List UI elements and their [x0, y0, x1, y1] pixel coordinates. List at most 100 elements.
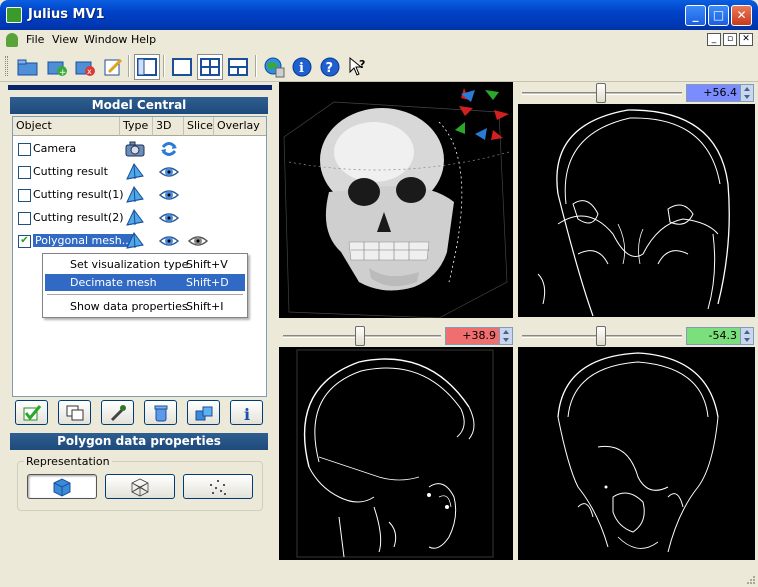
- context-menu: Set visualization type Shift+V Decimate …: [42, 253, 248, 318]
- app-menu-icon[interactable]: [6, 33, 18, 47]
- mesh-icon: [125, 209, 145, 227]
- table-row[interactable]: Cutting result: [13, 161, 266, 184]
- points-icon: [210, 479, 226, 495]
- table-row[interactable]: Cutting result(2): [13, 207, 266, 230]
- eye-icon[interactable]: [188, 232, 208, 250]
- axial-position-spinbox[interactable]: -54.3 mm: [686, 327, 754, 358]
- row-label: Cutting result(1): [33, 188, 124, 201]
- axial-slice-render: [557, 352, 719, 553]
- wireframe-mode-button[interactable]: [105, 474, 175, 499]
- four-view-icon[interactable]: [197, 54, 223, 80]
- color-picker-button[interactable]: [101, 400, 134, 425]
- globe-db-icon[interactable]: [261, 54, 287, 80]
- cube-icon: [53, 477, 71, 497]
- col-overlay[interactable]: Overlay: [214, 117, 266, 136]
- eye-icon[interactable]: [159, 163, 179, 181]
- eye-icon[interactable]: [159, 186, 179, 204]
- menu-help[interactable]: Help: [131, 33, 156, 46]
- window-title: Julius MV1: [28, 7, 105, 22]
- info-icon: i: [244, 405, 250, 422]
- row-label: Cutting result: [33, 165, 108, 178]
- surface-mode-button[interactable]: [27, 474, 97, 499]
- coronal-slider-handle[interactable]: [596, 83, 606, 103]
- table-row[interactable]: Cutting result(1): [13, 184, 266, 207]
- duplicate-button[interactable]: [58, 400, 91, 425]
- viewport-axial[interactable]: [518, 347, 755, 560]
- menu-item-decimate-mesh[interactable]: Decimate mesh Shift+D: [45, 274, 245, 291]
- row-checkbox-checked[interactable]: ✔: [18, 235, 31, 248]
- info-icon[interactable]: i: [289, 54, 315, 80]
- col-slice[interactable]: Slice: [184, 117, 214, 136]
- row-label: Cutting result(2): [33, 211, 124, 224]
- viewport-sagittal[interactable]: [279, 347, 513, 560]
- axial-slider-row: -54.3 mm: [518, 325, 755, 358]
- delete-button[interactable]: [144, 400, 177, 425]
- mesh-icon: [125, 186, 145, 204]
- toolbar-grip[interactable]: [5, 56, 8, 76]
- menu-separator: [47, 294, 243, 295]
- menu-window[interactable]: Window: [84, 33, 127, 46]
- dropper-icon: [110, 404, 126, 421]
- info-button[interactable]: i: [230, 400, 263, 425]
- svg-text:x: x: [87, 67, 92, 76]
- coronal-position-spinbox[interactable]: +56.4 mm: [686, 84, 754, 115]
- eye-icon[interactable]: [159, 232, 179, 250]
- row-checkbox[interactable]: [18, 143, 31, 156]
- col-object[interactable]: Object: [13, 117, 120, 136]
- col-3d[interactable]: 3D: [153, 117, 184, 136]
- svg-text:?: ?: [326, 61, 334, 76]
- rotate-icon[interactable]: [159, 140, 179, 158]
- trash-icon: [154, 405, 167, 421]
- maximize-button[interactable]: □: [708, 5, 729, 26]
- remove-data-icon[interactable]: x: [72, 54, 98, 80]
- col-type[interactable]: Type: [120, 117, 153, 136]
- menu-item-set-visualization-type[interactable]: Set visualization type Shift+V: [45, 256, 245, 273]
- menu-bar: File View Window Help _ ▫ ✕: [0, 30, 758, 50]
- check-icon: [23, 404, 41, 420]
- help-icon[interactable]: ?: [317, 54, 343, 80]
- sagittal-slider-handle[interactable]: [355, 326, 365, 346]
- toolbar: + x i ? ?: [0, 50, 758, 82]
- axial-slider-handle[interactable]: [596, 326, 606, 346]
- menu-view[interactable]: View: [52, 33, 78, 46]
- row-checkbox[interactable]: [18, 212, 31, 225]
- resize-grip[interactable]: [744, 575, 756, 585]
- one-view-icon[interactable]: [169, 54, 195, 80]
- mdi-close-button[interactable]: ✕: [739, 33, 753, 46]
- table-row[interactable]: Camera: [13, 138, 266, 161]
- title-bar: Julius MV1 _ □ ✕: [0, 0, 758, 30]
- wireframe-icon: [131, 478, 149, 496]
- coronal-spin-buttons[interactable]: [740, 85, 753, 101]
- table-row[interactable]: ✔ Polygonal mesh...: [13, 230, 266, 253]
- minimize-button[interactable]: _: [685, 5, 706, 26]
- row-label: Polygonal mesh...: [33, 234, 135, 247]
- mdi-minimize-button[interactable]: _: [707, 33, 721, 46]
- check-all-button[interactable]: [15, 400, 48, 425]
- axial-spin-buttons[interactable]: [740, 328, 753, 344]
- open-folder-icon[interactable]: [15, 54, 41, 80]
- svg-text:i: i: [299, 61, 304, 76]
- menu-file[interactable]: File: [26, 33, 44, 46]
- single-view-icon[interactable]: [134, 54, 160, 80]
- mesh-icon: [125, 163, 145, 181]
- coronal-slider-row: +56.4 mm: [518, 82, 755, 115]
- eye-icon[interactable]: [159, 209, 179, 227]
- viewport-coronal[interactable]: [518, 104, 755, 317]
- representation-label: Representation: [24, 455, 112, 468]
- context-help-icon[interactable]: ?: [345, 54, 371, 80]
- viewport-3d[interactable]: [279, 82, 513, 318]
- row-checkbox[interactable]: [18, 166, 31, 179]
- add-data-icon[interactable]: +: [44, 54, 70, 80]
- sagittal-spin-buttons[interactable]: [499, 328, 512, 344]
- close-button[interactable]: ✕: [731, 5, 752, 26]
- mdi-restore-button[interactable]: ▫: [723, 33, 737, 46]
- row-label: Camera: [33, 142, 77, 155]
- edit-icon[interactable]: [100, 54, 126, 80]
- points-mode-button[interactable]: [183, 474, 253, 499]
- row-checkbox[interactable]: [18, 189, 31, 202]
- sagittal-position-spinbox[interactable]: +38.9 mm: [445, 327, 513, 358]
- menu-item-show-data-properties[interactable]: Show data properties Shift+I: [45, 298, 245, 315]
- three-view-icon[interactable]: [225, 54, 251, 80]
- object-properties-button[interactable]: [187, 400, 220, 425]
- camera-icon: [125, 140, 145, 158]
